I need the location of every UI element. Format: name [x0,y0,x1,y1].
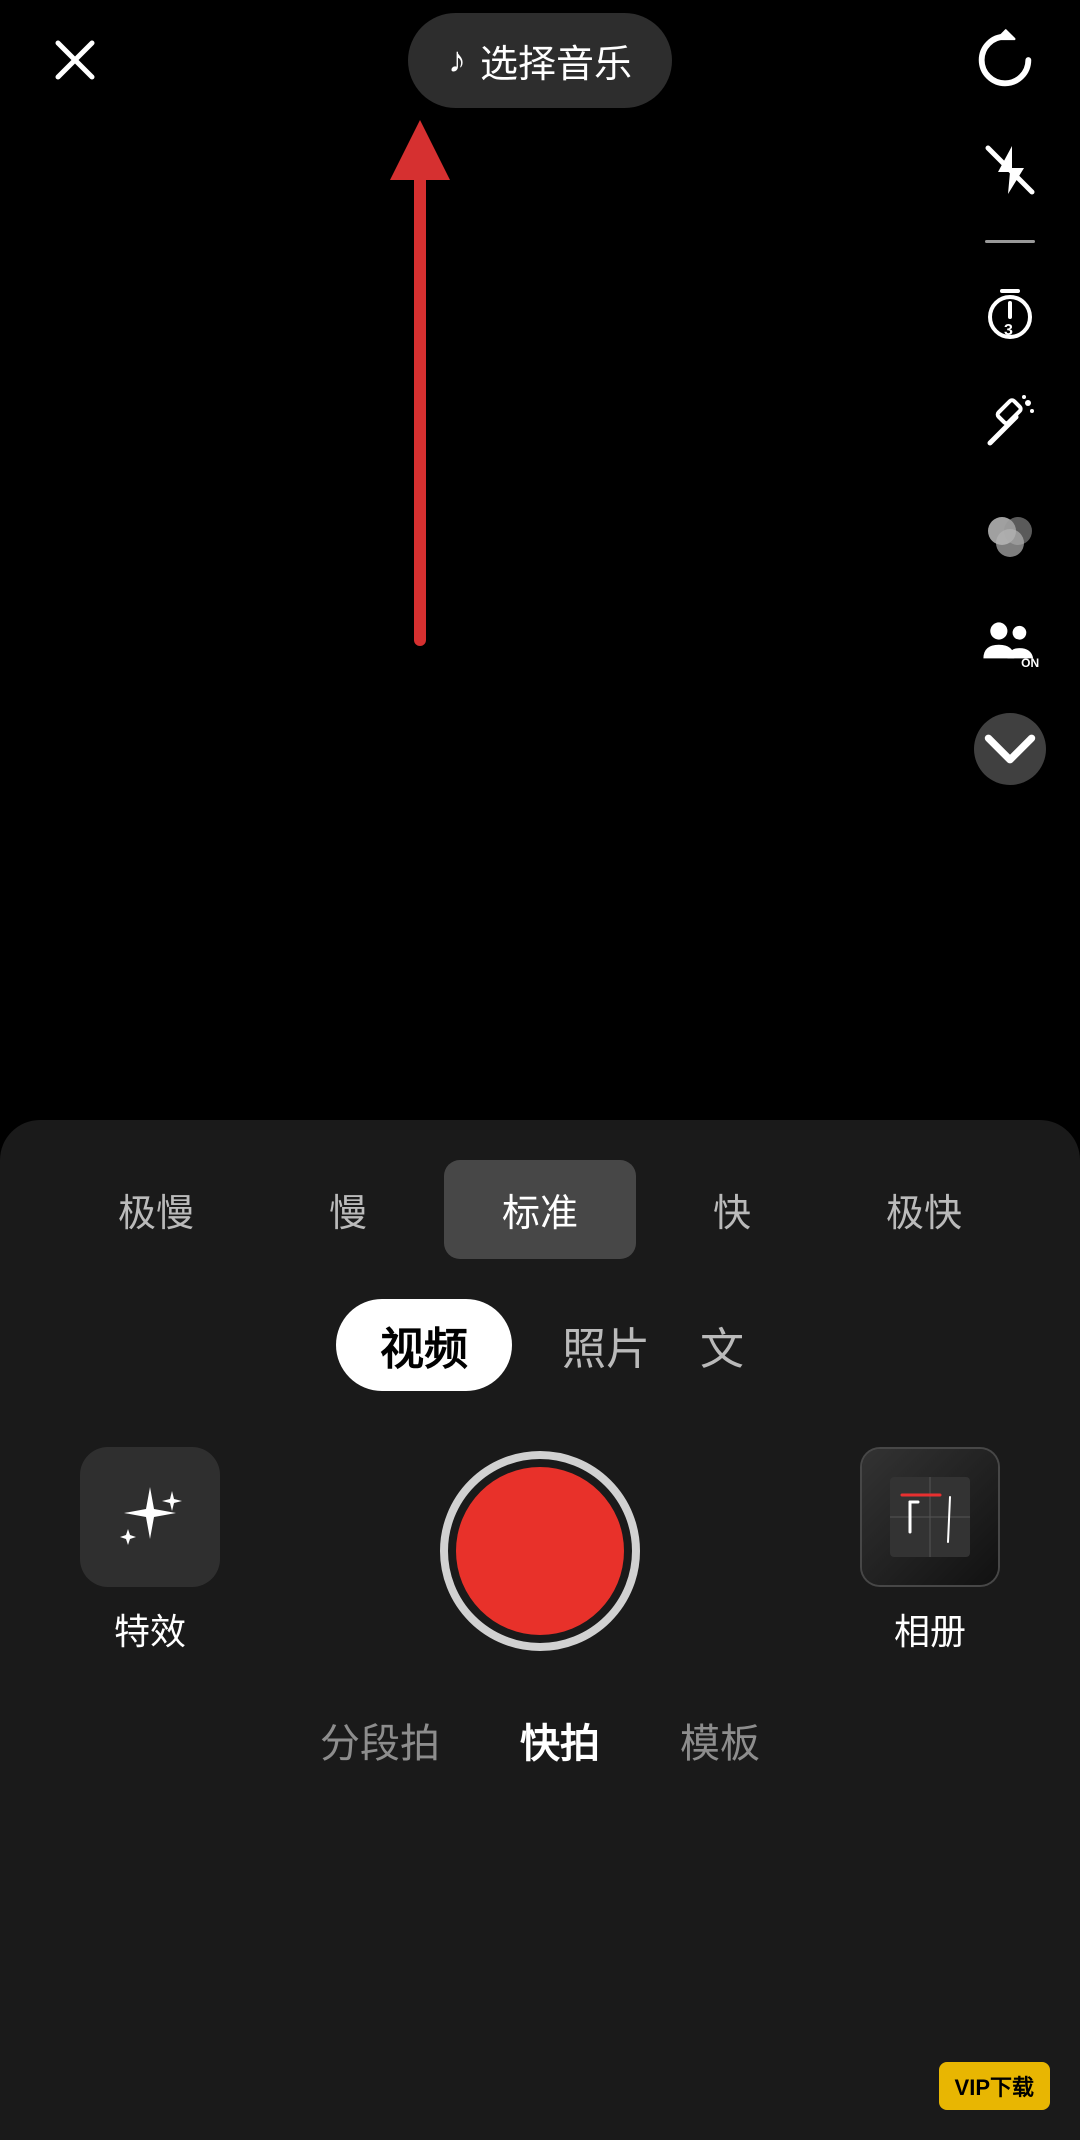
speed-slow[interactable]: 慢 [252,1160,444,1259]
timer-icon[interactable]: 3 [970,273,1050,353]
speed-standard[interactable]: 标准 [444,1160,636,1259]
refresh-button[interactable] [970,25,1040,95]
flash-off-icon[interactable] [970,130,1050,210]
tab-template[interactable]: 模板 [680,1711,760,1769]
mode-selector: 视频 照片 文 [336,1299,744,1391]
tab-segment[interactable]: 分段拍 [320,1711,440,1769]
effects-button[interactable]: 特效 [80,1447,220,1655]
svg-text:ON: ON [1021,656,1039,670]
effects-icon-bg [80,1447,220,1587]
bottom-controls: 极慢 慢 标准 快 极快 视频 照片 文 特效 [0,1120,1080,2140]
tab-quick[interactable]: 快拍 [520,1711,600,1769]
sidebar-divider [985,240,1035,243]
svg-text:3: 3 [1004,322,1013,339]
speed-very-slow[interactable]: 极慢 [60,1160,252,1259]
album-thumbnail [860,1447,1000,1587]
ar-icon[interactable]: ON [970,603,1050,683]
record-button[interactable] [440,1451,640,1651]
top-bar: ♪ 选择音乐 [0,0,1080,120]
close-button[interactable] [40,25,110,95]
record-button-inner [456,1467,624,1635]
capture-row: 特效 [0,1431,1080,1671]
more-button[interactable] [974,713,1046,785]
mode-text[interactable]: 文 [700,1313,744,1377]
speed-fast[interactable]: 快 [636,1160,828,1259]
album-label: 相册 [894,1603,966,1655]
music-select-button[interactable]: ♪ 选择音乐 [408,13,672,108]
sparkle-icon [110,1477,190,1557]
album-preview-icon [880,1467,980,1567]
watermark: VIP下载 [939,2062,1050,2110]
right-sidebar: 3 ON [970,130,1050,785]
effects-label: 特效 [114,1603,186,1655]
filter-icon[interactable] [970,493,1050,573]
mode-video[interactable]: 视频 [336,1299,512,1391]
music-button-label: 选择音乐 [480,33,632,88]
bottom-tabs: 分段拍 快拍 模板 [320,1711,760,1809]
album-button[interactable]: 相册 [860,1447,1000,1655]
viewfinder [0,0,1080,1120]
music-note-icon: ♪ [448,39,466,81]
mode-photo[interactable]: 照片 [562,1313,650,1377]
speed-selector: 极慢 慢 标准 快 极快 [0,1120,1080,1279]
beautify-icon[interactable] [970,383,1050,463]
album-thumb-inner [862,1449,998,1585]
speed-very-fast[interactable]: 极快 [828,1160,1020,1259]
